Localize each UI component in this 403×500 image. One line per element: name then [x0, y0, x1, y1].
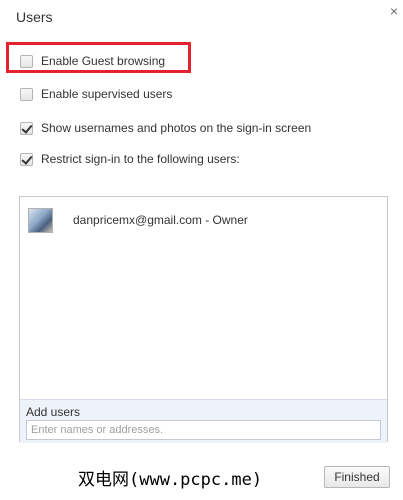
users-list: danpricemx@gmail.com - Owner Add users: [19, 196, 388, 443]
add-users-label: Add users: [26, 405, 81, 419]
option-show-usernames-photos[interactable]: Show usernames and photos on the sign-in…: [20, 120, 311, 136]
add-users-section: Add users: [20, 399, 387, 443]
add-users-input[interactable]: [26, 420, 381, 440]
user-list-item[interactable]: danpricemx@gmail.com - Owner: [28, 207, 248, 233]
option-label: Show usernames and photos on the sign-in…: [41, 121, 312, 135]
supervised-users-checkbox[interactable]: [20, 87, 33, 101]
close-icon[interactable]: ×: [388, 4, 400, 18]
option-label: Enable supervised users: [41, 87, 173, 101]
option-label: Enable Guest browsing: [41, 54, 166, 68]
option-label: Restrict sign-in to the following users:: [41, 152, 240, 166]
guest-browsing-checkbox[interactable]: [20, 54, 33, 68]
users-dialog: Users × Enable Guest browsing Enable sup…: [0, 0, 403, 500]
dialog-title: Users: [16, 9, 53, 25]
restrict-sign-in-checkbox[interactable]: [20, 152, 33, 166]
user-email: danpricemx@gmail.com - Owner: [73, 213, 248, 227]
option-enable-guest-browsing[interactable]: Enable Guest browsing: [20, 53, 165, 69]
watermark: 双电网(www.pcpc.me): [78, 470, 263, 490]
avatar: [28, 207, 53, 233]
show-usernames-checkbox[interactable]: [20, 121, 33, 135]
option-restrict-sign-in[interactable]: Restrict sign-in to the following users:: [20, 151, 240, 167]
finished-button[interactable]: Finished: [324, 466, 390, 488]
option-enable-supervised-users[interactable]: Enable supervised users: [20, 86, 172, 102]
